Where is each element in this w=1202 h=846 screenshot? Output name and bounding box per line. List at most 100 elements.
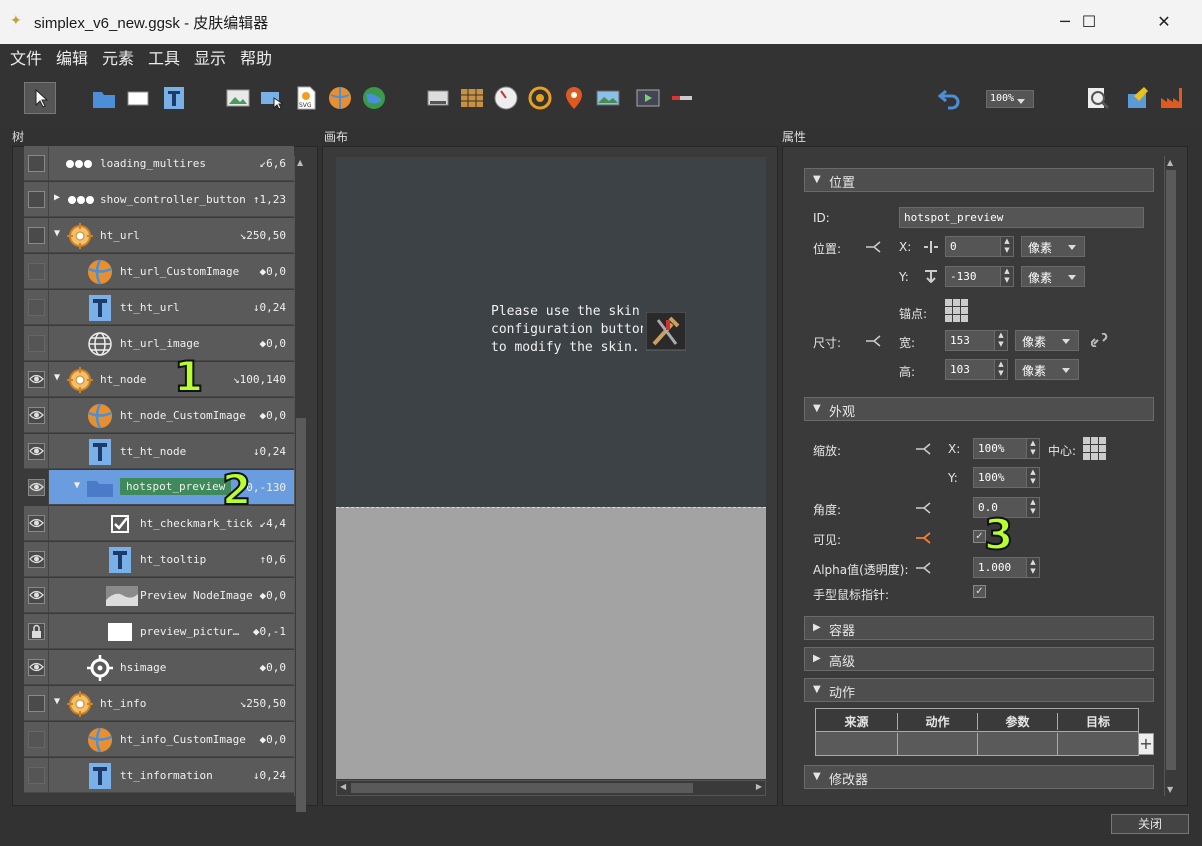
visibility-toggle[interactable]	[28, 227, 45, 244]
undo-icon[interactable]	[938, 86, 962, 110]
add-action-button[interactable]: +	[1138, 733, 1154, 755]
center-grid-icon[interactable]	[1083, 437, 1107, 461]
tree-row[interactable]: Preview NodeImage ◆0,0	[24, 578, 294, 613]
tree-row[interactable]: ht_info_CustomImage ◆0,0	[24, 722, 294, 757]
height-spinner[interactable]: ▲ ▼	[994, 359, 1008, 380]
angle-connector-icon[interactable]	[914, 501, 932, 515]
height-unit-select[interactable]: 像素	[1015, 359, 1079, 380]
tree-row[interactable]: ht_tooltip ↑0,6	[24, 542, 294, 577]
anchor-grid-icon[interactable]	[945, 299, 969, 323]
image-icon[interactable]	[226, 86, 250, 110]
select-tool-button[interactable]	[24, 82, 56, 114]
factory-icon[interactable]	[1160, 86, 1184, 110]
tree-row[interactable]: ht_checkmark_tick ↙4,4	[24, 506, 294, 541]
tools-icon[interactable]	[646, 312, 686, 352]
id-field[interactable]: hotspot_preview	[899, 207, 1144, 228]
width-field[interactable]: 153	[945, 330, 995, 351]
video-icon[interactable]	[636, 86, 660, 110]
height-field[interactable]: 103	[945, 359, 995, 380]
collapse-arrow-icon[interactable]: ▼	[54, 228, 60, 239]
rectangle-icon[interactable]	[126, 86, 150, 110]
close-dialog-button[interactable]: 关闭	[1111, 814, 1189, 834]
menu-edit[interactable]: 编辑	[56, 45, 88, 69]
actions-section-header[interactable]: ▼ 动作	[804, 678, 1154, 702]
size-connector-icon[interactable]	[864, 334, 882, 348]
menu-elements[interactable]: 元素	[102, 45, 134, 69]
col-source[interactable]: 来源	[816, 713, 897, 730]
visibility-toggle[interactable]	[28, 191, 45, 208]
chain-link-icon[interactable]	[1091, 333, 1109, 347]
svg-icon[interactable]: SVG	[294, 86, 318, 110]
tree-row[interactable]: ▼ ht_info ↘250,50	[24, 686, 294, 721]
width-unit-select[interactable]: 像素	[1015, 330, 1079, 351]
folder-icon[interactable]	[92, 86, 116, 110]
cloner-globe-icon[interactable]	[328, 86, 352, 110]
visibility-toggle[interactable]	[28, 371, 45, 388]
tree-row[interactable]: ▶ show_controller_button ↑1,23	[24, 182, 294, 217]
close-window-button[interactable]: ✕	[1141, 6, 1187, 38]
visibility-toggle[interactable]	[28, 479, 45, 496]
appearance-section-header[interactable]: ▼ 外观	[804, 397, 1154, 421]
visibility-toggle[interactable]	[28, 443, 45, 460]
menu-view[interactable]: 显示	[194, 45, 226, 69]
position-x-field[interactable]: 0	[945, 236, 1001, 257]
visibility-toggle[interactable]	[28, 695, 45, 712]
visibility-toggle[interactable]	[28, 263, 45, 280]
scale-connector-icon[interactable]	[914, 442, 932, 456]
scale-x-spinner[interactable]: ▲ ▼	[1026, 438, 1040, 459]
menu-help[interactable]: 帮助	[240, 45, 272, 69]
tree-row[interactable]: ht_node_CustomImage ◆0,0	[24, 398, 294, 433]
tree-row[interactable]: tt_ht_url ↓0,24	[24, 290, 294, 325]
visibility-toggle[interactable]	[28, 659, 45, 676]
modifiers-section-header[interactable]: ▼ 修改器	[804, 765, 1154, 789]
grid-table-icon[interactable]	[460, 86, 484, 110]
scale-y-field[interactable]: 100%	[973, 467, 1027, 488]
scale-y-spinner[interactable]: ▲ ▼	[1026, 467, 1040, 488]
visibility-toggle[interactable]	[28, 155, 45, 172]
tree-row[interactable]: tt_information ↓0,24	[24, 758, 294, 793]
visibility-toggle[interactable]	[28, 731, 45, 748]
tree-row[interactable]: ▼ ht_url ↘250,50	[24, 218, 294, 253]
connector-icon[interactable]	[864, 240, 882, 254]
visibility-toggle[interactable]	[28, 335, 45, 352]
tree-row[interactable]: tt_ht_node ↓0,24	[24, 434, 294, 469]
advanced-section-header[interactable]: ▶ 高级	[804, 647, 1154, 671]
collapse-arrow-icon[interactable]: ▼	[74, 480, 80, 491]
position-section-header[interactable]: ▼ 位置	[804, 168, 1154, 192]
maximize-button[interactable]: ☐	[1066, 6, 1112, 38]
properties-scrollbar[interactable]: ▲ ▼	[1164, 156, 1178, 796]
collapse-arrow-icon[interactable]: ▼	[54, 696, 60, 707]
canvas-stage[interactable]: Please use the skin configuration button…	[336, 157, 766, 507]
position-y-spinner[interactable]: ▲ ▼	[1000, 266, 1014, 287]
alpha-spinner[interactable]: ▲ ▼	[1026, 557, 1040, 578]
expand-arrow-icon[interactable]: ▶	[54, 192, 60, 203]
position-x-spinner[interactable]: ▲ ▼	[1000, 236, 1014, 257]
visibility-toggle[interactable]	[28, 407, 45, 424]
map-pin-icon[interactable]	[562, 86, 586, 110]
visibility-toggle[interactable]	[28, 551, 45, 568]
tree-row[interactable]: ▼ ht_node ↘100,140	[24, 362, 294, 397]
slider-icon[interactable]	[670, 86, 694, 110]
col-target[interactable]: 目标	[1057, 713, 1138, 730]
scrollarea-icon[interactable]	[426, 86, 450, 110]
width-spinner[interactable]: ▲ ▼	[994, 330, 1008, 351]
tree-row[interactable]: ▼ hotspot_preview ↓0,-130	[28, 470, 294, 505]
tree-scrollbar[interactable]: ▲	[294, 156, 308, 812]
alpha-connector-icon[interactable]	[914, 561, 932, 575]
visibility-toggle[interactable]	[28, 515, 45, 532]
map-globe-icon[interactable]	[362, 86, 386, 110]
collapse-arrow-icon[interactable]: ▼	[54, 372, 60, 383]
alpha-field[interactable]: 1.000	[973, 557, 1027, 578]
panorama-icon[interactable]	[596, 86, 620, 110]
position-x-unit-select[interactable]: 像素	[1021, 236, 1085, 257]
skin-config-icon[interactable]	[1126, 86, 1150, 110]
tree-row[interactable]: ht_url_CustomImage ◆0,0	[24, 254, 294, 289]
tree-row[interactable]: ht_url_image ◆0,0	[24, 326, 294, 361]
position-y-unit-select[interactable]: 像素	[1021, 266, 1085, 287]
visibility-toggle[interactable]	[28, 587, 45, 604]
tree-row[interactable]: hsimage ◆0,0	[24, 650, 294, 685]
zoom-select[interactable]: 100%	[986, 90, 1034, 108]
visibility-toggle[interactable]	[28, 767, 45, 784]
image-button-icon[interactable]	[260, 86, 284, 110]
menu-file[interactable]: 文件	[10, 45, 42, 69]
